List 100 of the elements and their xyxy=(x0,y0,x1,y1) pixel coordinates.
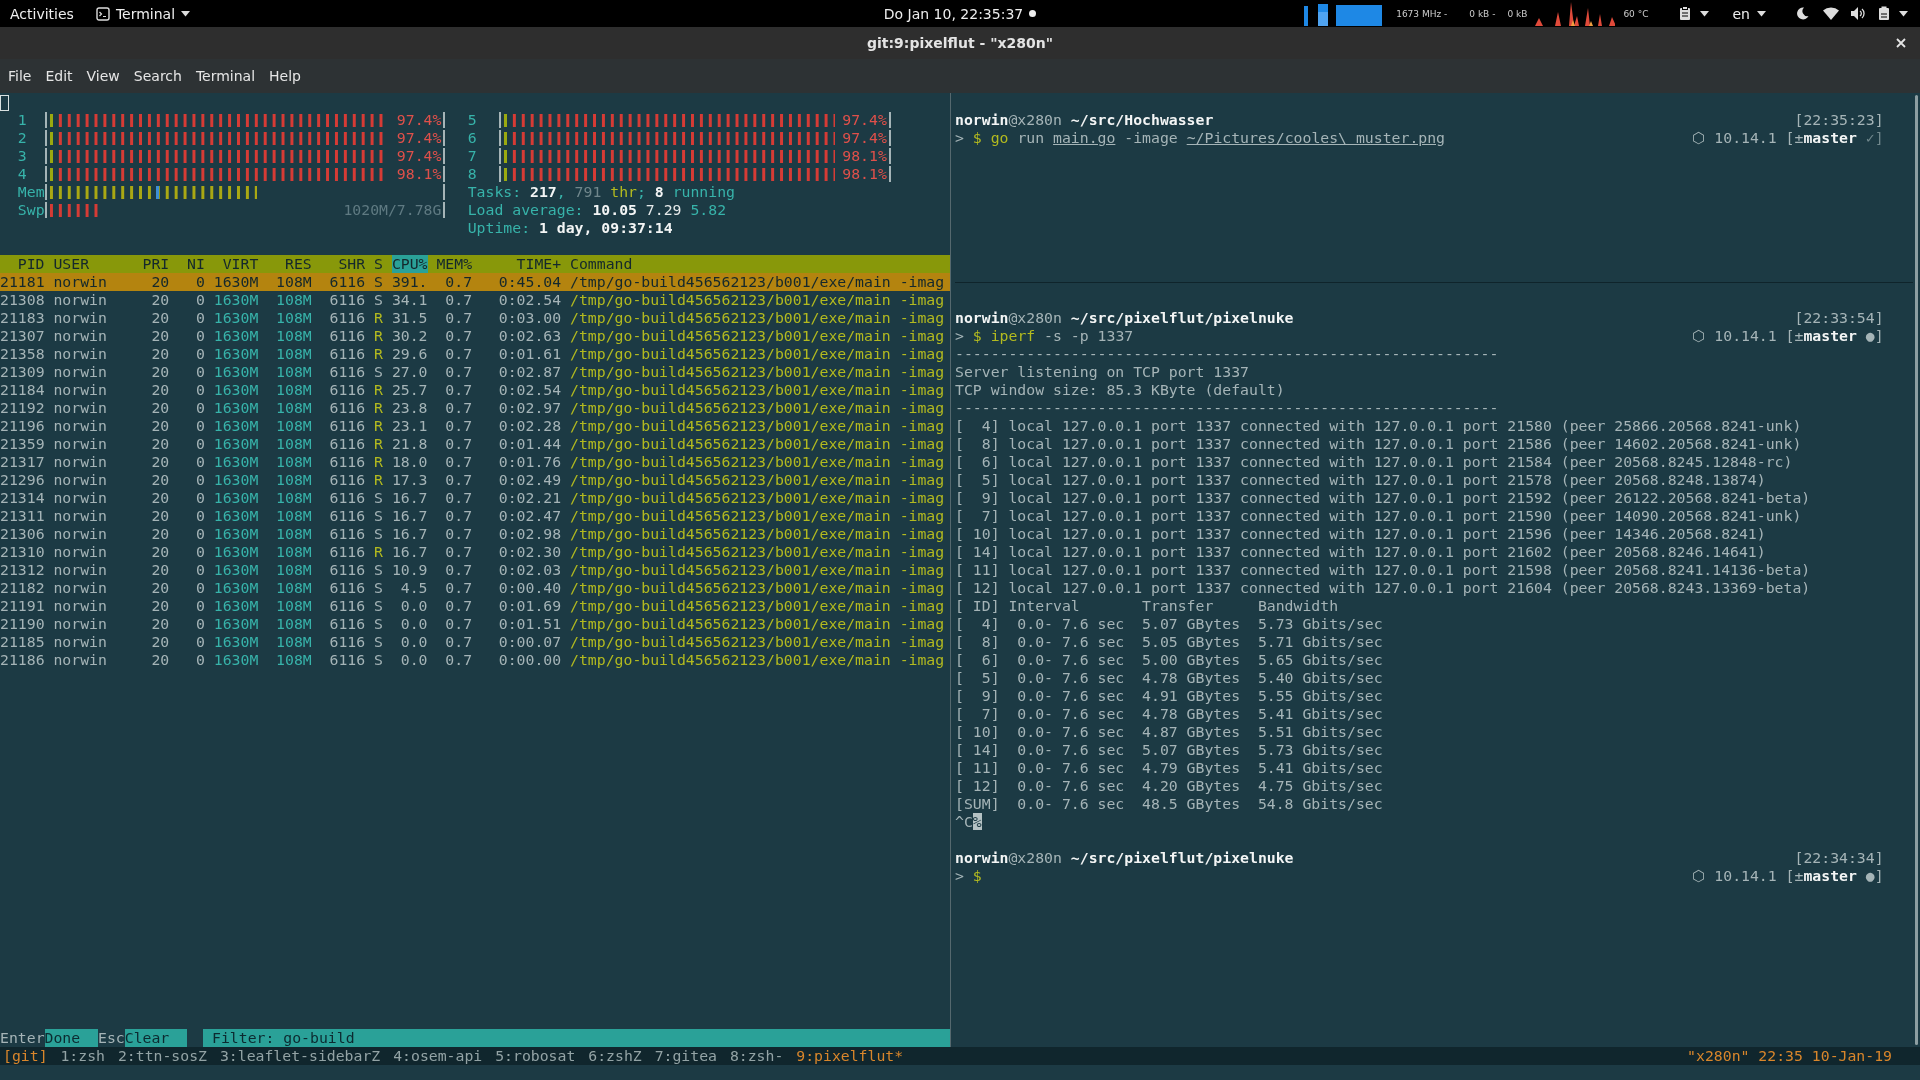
scrollbar[interactable] xyxy=(1915,95,1918,1045)
table-cell-text: norwin xyxy=(53,399,108,417)
menu-item[interactable]: Terminal xyxy=(188,68,263,84)
table-cell-text: 0 xyxy=(194,489,205,507)
table-cell: 21359 xyxy=(0,435,45,453)
column-header[interactable]: CPU% xyxy=(391,255,428,273)
table-cell: 21183 xyxy=(0,309,45,327)
process-row[interactable]: 21186 norwin 20 0 1630M 108M 6116 S 0.0 0.7 0:00.00 /tmp/go-build456562123/b001/exe/main -imag xyxy=(0,651,950,669)
process-row[interactable]: 21306 norwin 20 0 1630M 108M 6116 S 16.7 0.7 0:02.98 /tmp/go-build456562123/b001/exe/main -imag xyxy=(0,525,950,543)
process-row[interactable]: 21307 norwin 20 0 1630M 108M 6116 R 30.2 0.7 0:02.63 /tmp/go-build456562123/b001/exe/main -imag xyxy=(0,327,950,345)
process-row[interactable]: 21314 norwin 20 0 1630M 108M 6116 S 16.7 0.7 0:02.21 /tmp/go-build456562123/b001/exe/main -imag xyxy=(0,489,950,507)
column-header[interactable]: USER xyxy=(53,255,134,273)
meter-label: 3 xyxy=(17,147,28,165)
window-tab[interactable]: 9:pixelflut* xyxy=(796,1047,904,1065)
meter-label: 5 xyxy=(467,111,478,129)
window-tab[interactable]: 3:leaflet-sidebarZ xyxy=(219,1047,381,1065)
column-header[interactable]: MEM% xyxy=(436,255,473,273)
caret-icon[interactable] xyxy=(181,10,191,17)
process-row[interactable]: 21296 norwin 20 0 1630M 108M 6116 R 17.3 0.7 0:02.49 /tmp/go-build456562123/b001/exe/main -imag xyxy=(0,471,950,489)
table-cell-text: /tmp/go-build456562123/b001/exe/main -imag xyxy=(570,327,946,345)
right-prompt: ⬡ 10.14.1 [±master ●] xyxy=(1692,327,1884,345)
menu-item[interactable]: File xyxy=(1,68,39,84)
menu-item[interactable]: Help xyxy=(262,68,308,84)
process-row[interactable]: 21359 norwin 20 0 1630M 108M 6116 R 21.8 0.7 0:01.44 /tmp/go-build456562123/b001/exe/main -imag xyxy=(0,435,950,453)
process-row[interactable]: 21185 norwin 20 0 1630M 108M 6116 S 0.0 0.7 0:00.07 /tmp/go-build456562123/b001/exe/main -imag xyxy=(0,633,950,651)
terminal-line: norwin@x280n ~/src/Hochwasser xyxy=(955,111,1214,129)
clipboard-icon[interactable] xyxy=(1678,6,1691,21)
caret-icon[interactable] xyxy=(1899,10,1908,17)
table-cell-text: 0 xyxy=(194,345,205,363)
column-header[interactable]: Command xyxy=(570,255,950,273)
table-cell: 16.7 xyxy=(391,543,428,561)
function-key[interactable]: Clear xyxy=(124,1029,188,1047)
process-row[interactable]: 21190 norwin 20 0 1630M 108M 6116 S 0.0 0.7 0:01.51 /tmp/go-build456562123/b001/exe/main -imag xyxy=(0,615,950,633)
window-tab[interactable]: 7:gitea xyxy=(654,1047,717,1065)
process-row[interactable]: 21310 norwin 20 0 1630M 108M 6116 R 16.7 0.7 0:02.30 /tmp/go-build456562123/b001/exe/main -imag xyxy=(0,543,950,561)
table-cell-text: norwin xyxy=(53,471,108,489)
process-row[interactable]: 21184 norwin 20 0 1630M 108M 6116 R 25.7 0.7 0:02.54 /tmp/go-build456562123/b001/exe/main -imag xyxy=(0,381,950,399)
function-key[interactable]: Done xyxy=(44,1029,98,1047)
activities-button[interactable]: Activities xyxy=(10,5,74,22)
table-cell-text: 20 xyxy=(150,507,170,525)
window-tab[interactable]: 1:zsh xyxy=(60,1047,105,1065)
meter-reading: 1020M/7.78G xyxy=(343,201,442,219)
process-row[interactable]: 21196 norwin 20 0 1630M 108M 6116 R 23.1 0.7 0:02.28 /tmp/go-build456562123/b001/exe/main -imag xyxy=(0,417,950,435)
table-cell: 21.8 xyxy=(391,435,428,453)
column-header[interactable]: PID xyxy=(0,255,45,273)
process-row[interactable]: 21181 norwin 20 0 1630M 108M 6116 S 391. 0.7 0:45.04 /tmp/go-build456562123/b001/exe/main -imag xyxy=(0,273,950,291)
close-icon[interactable] xyxy=(1896,38,1906,48)
process-row[interactable]: 21312 norwin 20 0 1630M 108M 6116 S 10.9 0.7 0:02.03 /tmp/go-build456562123/b001/exe/main -imag xyxy=(0,561,950,579)
caret-icon[interactable] xyxy=(1757,10,1766,17)
meter-label: 6 xyxy=(467,129,478,147)
volume-icon[interactable] xyxy=(1851,7,1866,20)
menu-item[interactable]: Search xyxy=(126,68,189,84)
process-row[interactable]: 21192 norwin 20 0 1630M 108M 6116 R 23.8 0.7 0:02.97 /tmp/go-build456562123/b001/exe/main -imag xyxy=(0,399,950,417)
wifi-icon[interactable] xyxy=(1823,7,1839,20)
table-cell: 21184 xyxy=(0,381,45,399)
column-header[interactable]: NI xyxy=(178,255,205,273)
table-cell: 1630M xyxy=(213,579,259,597)
language-selector[interactable]: en xyxy=(1732,5,1750,22)
column-header[interactable]: PRI xyxy=(142,255,170,273)
column-header[interactable]: RES xyxy=(267,255,312,273)
column-header[interactable]: TIME+ xyxy=(480,255,562,273)
moon-icon[interactable] xyxy=(1796,7,1809,20)
table-cell-text: 6116 xyxy=(328,543,366,561)
table-cell: 1630M xyxy=(213,399,259,417)
terminal-line: [ 9] local 127.0.0.1 port 1337 connected with 127.0.0.1 port 21592 (peer 26122.20568.8241-beta) xyxy=(955,489,1811,507)
window-tab[interactable]: 4:osem-api xyxy=(393,1047,483,1065)
process-row[interactable]: 21309 norwin 20 0 1630M 108M 6116 S 27.0 0.7 0:02.87 /tmp/go-build456562123/b001/exe/main -imag xyxy=(0,363,950,381)
battery-icon[interactable] xyxy=(1878,6,1890,21)
window-tab[interactable]: 5:robosat xyxy=(495,1047,576,1065)
table-cell: S xyxy=(374,561,383,579)
table-cell: 21314 xyxy=(0,489,45,507)
process-row[interactable]: 21182 norwin 20 0 1630M 108M 6116 S 4.5 0.7 0:00.40 /tmp/go-build456562123/b001/exe/main -imag xyxy=(0,579,950,597)
table-cell-text: 20 xyxy=(150,597,170,615)
process-row[interactable]: 21308 norwin 20 0 1630M 108M 6116 S 34.1 0.7 0:02.54 /tmp/go-build456562123/b001/exe/main -imag xyxy=(0,291,950,309)
window-tab[interactable]: 2:ttn-sosZ xyxy=(117,1047,207,1065)
filter-field[interactable]: Filter: go-build xyxy=(203,1029,950,1047)
process-row[interactable]: 21183 norwin 20 0 1630M 108M 6116 R 31.5 0.7 0:03.00 /tmp/go-build456562123/b001/exe/main -imag xyxy=(0,309,950,327)
table-cell-text: 20 xyxy=(150,309,170,327)
caret-icon[interactable] xyxy=(1699,10,1709,17)
process-row[interactable]: 21317 norwin 20 0 1630M 108M 6116 R 18.0 0.7 0:01.76 /tmp/go-build456562123/b001/exe/main -imag xyxy=(0,453,950,471)
table-cell: 1630M xyxy=(213,651,259,669)
column-header[interactable]: VIRT xyxy=(213,255,259,273)
process-row[interactable]: 21191 norwin 20 0 1630M 108M 6116 S 0.0 0.7 0:01.69 /tmp/go-build456562123/b001/exe/main -imag xyxy=(0,597,950,615)
table-cell-text: /tmp/go-build456562123/b001/exe/main -imag xyxy=(570,291,946,309)
menu-item[interactable]: Edit xyxy=(38,68,80,84)
column-header[interactable]: SHR xyxy=(320,255,366,273)
table-cell: 1630M xyxy=(213,381,259,399)
column-header[interactable]: S xyxy=(374,255,383,273)
window-tab[interactable]: 8:zsh- xyxy=(729,1047,784,1065)
table-cell: R xyxy=(374,327,383,345)
table-cell: 21312 xyxy=(0,561,45,579)
status-line: Uptime: 1 day, 09:37:14 xyxy=(467,219,673,237)
window-tab[interactable]: 6:zshZ xyxy=(588,1047,642,1065)
process-row[interactable]: 21311 norwin 20 0 1630M 108M 6116 S 16.7 0.7 0:02.47 /tmp/go-build456562123/b001/exe/main -imag xyxy=(0,507,950,525)
clock[interactable]: Do Jan 10, 22:35:37 xyxy=(883,5,1024,22)
table-cell-text: 6116 xyxy=(328,579,366,597)
table-cell-text: 108M xyxy=(275,597,312,615)
app-menu[interactable]: Terminal xyxy=(95,5,191,22)
process-row[interactable]: 21358 norwin 20 0 1630M 108M 6116 R 29.6 0.7 0:01.61 /tmp/go-build456562123/b001/exe/main -imag xyxy=(0,345,950,363)
menu-item[interactable]: View xyxy=(79,68,127,84)
